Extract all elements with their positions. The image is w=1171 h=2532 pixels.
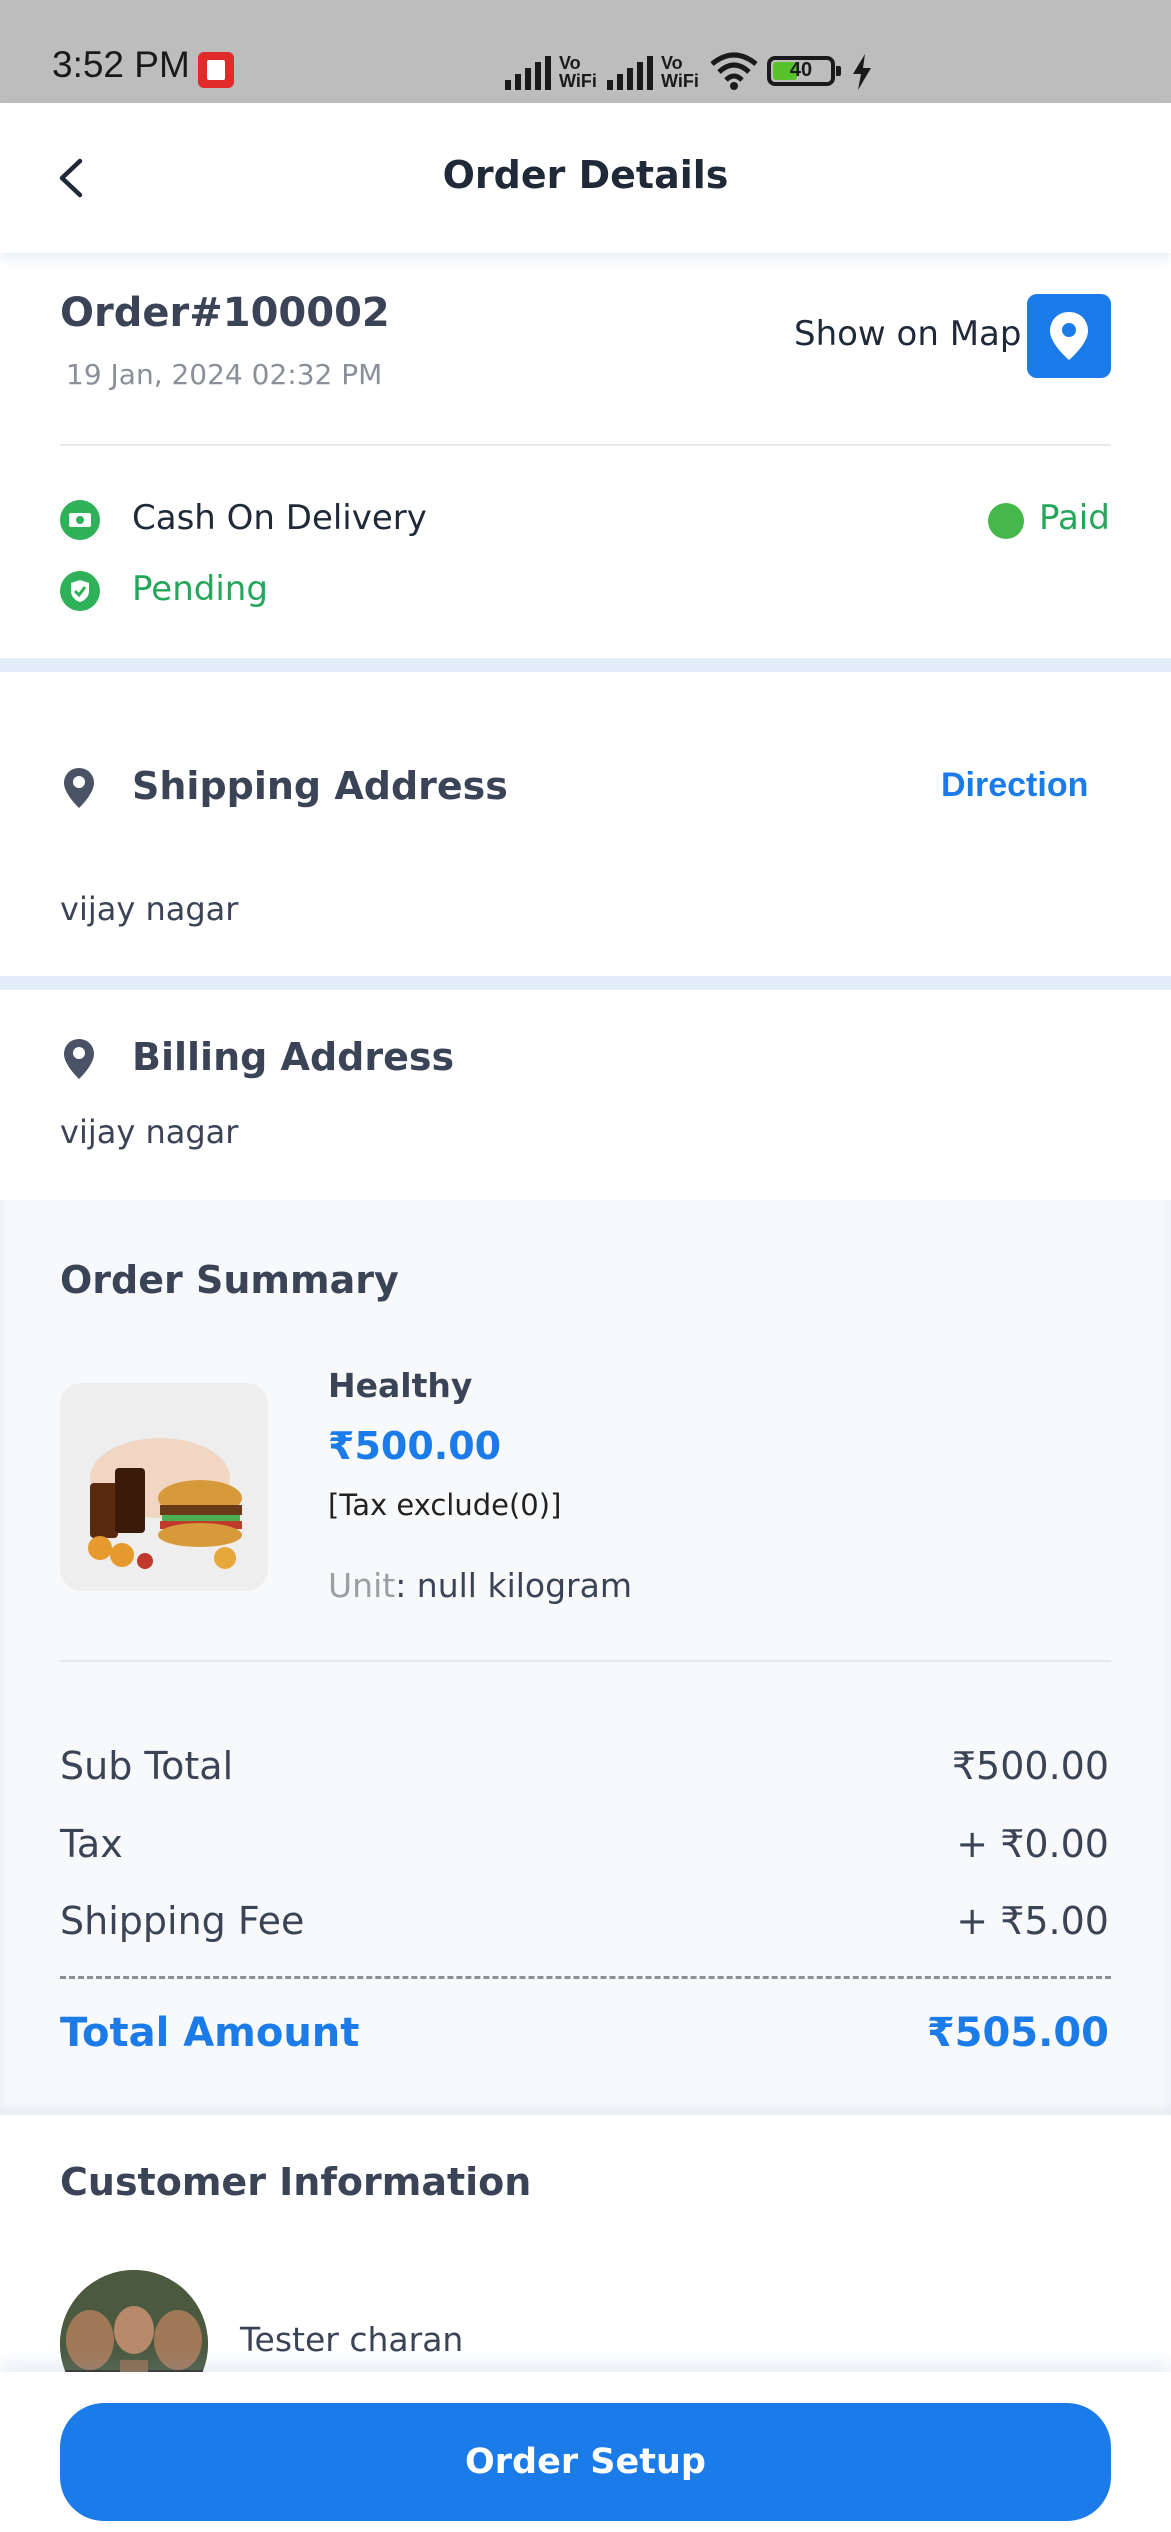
product-image [60,1383,268,1591]
dashed-divider [60,1976,1111,1979]
payment-method: Cash On Delivery [132,498,427,538]
tax-value: + ₹0.00 [956,1822,1109,1866]
payment-status: Paid [1039,498,1110,538]
order-number: Order#100002 [60,290,390,336]
order-date: 19 Jan, 2024 02:32 PM [66,358,383,391]
charging-icon [853,54,871,90]
product-tax-note: [Tax exclude(0)] [328,1488,562,1522]
divider [60,444,1111,446]
cash-icon [60,500,100,540]
section-separator [0,658,1171,672]
product-price: ₹500.00 [328,1424,502,1468]
battery-level: 40 [789,59,813,81]
status-bar: 3:52 PM Vo WiFi Vo WiFi 40 [0,0,1171,103]
product-unit: Unit: null kilogram [328,1566,632,1605]
section-separator [0,976,1171,990]
total-amount-label: Total Amount [60,2010,360,2056]
customer-name: Tester charan [240,2320,464,2359]
shipping-fee-label: Shipping Fee [60,1899,305,1943]
order-status: Pending [132,569,268,609]
sub-total-value: ₹500.00 [951,1744,1109,1788]
shipping-fee-value: + ₹5.00 [956,1899,1109,1943]
app-bar: Order Details [0,103,1171,253]
shipping-address-title: Shipping Address [132,764,508,808]
order-setup-button[interactable]: Order Setup [60,2403,1111,2521]
location-pin-icon [64,768,94,808]
tax-label: Tax [60,1822,123,1866]
billing-address-text: vijay nagar [60,1113,239,1151]
show-on-map-label[interactable]: Show on Map [794,314,1021,354]
signal-icon [505,54,551,90]
map-pin-icon [1050,312,1088,360]
billing-address-section [0,990,1171,1200]
divider [60,1660,1111,1662]
page-title: Order Details [442,153,729,197]
shield-check-icon [60,571,100,611]
status-icons: Vo WiFi Vo WiFi 40 [505,44,873,90]
vowifi-label: Vo WiFi [559,53,597,91]
vowifi-label: Vo WiFi [661,53,699,91]
order-summary-title: Order Summary [60,1258,399,1302]
show-on-map-button[interactable] [1027,294,1111,378]
sub-total-label: Sub Total [60,1744,234,1788]
shipping-address-section [0,672,1171,976]
battery-icon: 40 [767,56,841,86]
customer-information-title: Customer Information [60,2160,532,2204]
paid-status-dot [988,503,1024,539]
shipping-address-text: vijay nagar [60,890,239,928]
billing-address-title: Billing Address [132,1035,455,1079]
status-time: 3:52 PM [52,44,190,85]
notification-app-icon [198,52,234,88]
product-name: Healthy [328,1366,473,1405]
direction-link[interactable]: Direction [941,766,1088,805]
location-pin-icon [64,1039,94,1079]
total-amount-value: ₹505.00 [926,2010,1109,2056]
unit-value: : null kilogram [395,1566,632,1605]
wifi-icon [710,52,758,90]
signal-icon [607,54,653,90]
unit-label: Unit [328,1566,396,1605]
